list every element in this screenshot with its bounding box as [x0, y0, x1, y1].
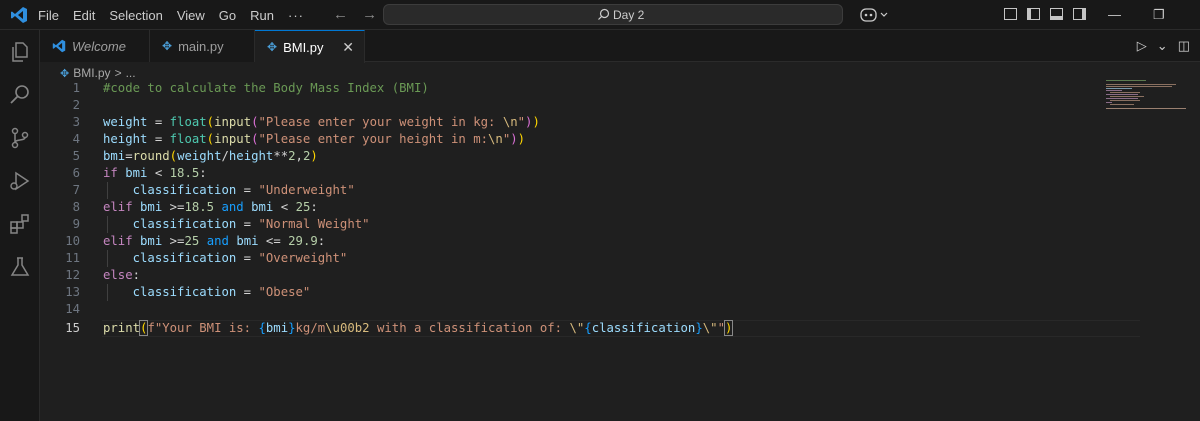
run-debug-icon[interactable]	[8, 169, 32, 193]
navigation-arrows: ← →	[333, 6, 387, 23]
explorer-icon[interactable]	[8, 40, 32, 64]
python-icon: ✥	[267, 40, 278, 54]
menu-go[interactable]: Go	[219, 8, 236, 23]
toggle-panel-icon[interactable]	[1050, 8, 1063, 20]
breadcrumb: ✥ BMI.py > ...	[60, 66, 136, 80]
code-line: 2	[72, 98, 80, 112]
tab-label: main.py	[178, 38, 224, 54]
tab-bar: Welcome ✥ main.py ✥ BMI.py ✕ ▷ ⌄ ◫	[40, 30, 1200, 63]
activity-bar	[0, 30, 40, 421]
breadcrumb-rest[interactable]: ...	[126, 66, 136, 80]
tab-bmi-py[interactable]: ✥ BMI.py ✕	[255, 30, 365, 63]
search-icon	[598, 8, 610, 20]
menu-file[interactable]: File	[38, 8, 59, 23]
search-text: Day 2	[613, 8, 645, 22]
code-line: 8 elif bmi >=18.5 and bmi < 25:	[72, 200, 318, 214]
code-line: 10 elif bmi >=25 and bmi <= 29.9:	[65, 234, 326, 248]
tab-label: Welcome	[72, 38, 126, 54]
breadcrumb-file[interactable]: BMI.py	[73, 66, 110, 80]
back-arrow-icon[interactable]: ←	[333, 6, 348, 23]
testing-flask-icon[interactable]	[8, 255, 32, 279]
command-center-search[interactable]: Day 2	[383, 4, 843, 25]
code-line: 4 height = float(input("Please enter your…	[72, 132, 526, 146]
vscode-logo-icon	[11, 7, 27, 23]
editor-actions: ▷ ⌄ ◫	[1137, 38, 1190, 54]
toggle-secondary-sidebar-icon[interactable]	[1073, 8, 1086, 20]
restore-button[interactable]: ❐	[1153, 7, 1165, 23]
minimap[interactable]	[1106, 80, 1186, 120]
python-icon: ✥	[60, 67, 70, 80]
layout-controls	[1004, 8, 1086, 20]
menu-more[interactable]: ···	[288, 8, 304, 23]
close-icon[interactable]: ✕	[342, 39, 354, 56]
tab-label: BMI.py	[283, 39, 324, 55]
forward-arrow-icon[interactable]: →	[362, 6, 377, 23]
code-editor[interactable]: 1 #code to calculate the Body Mass Index …	[40, 80, 1140, 421]
code-line: 6 if bmi < 18.5:	[72, 166, 207, 180]
code-line: 3 weight = float(input("Please enter your…	[72, 115, 540, 129]
menu-run[interactable]: Run	[250, 8, 274, 23]
code-line: 12 else:	[65, 268, 141, 282]
split-editor-icon[interactable]: ◫	[1178, 38, 1190, 54]
menu-bar: File Edit Selection View Go Run ···	[38, 0, 318, 30]
menu-selection[interactable]: Selection	[109, 8, 162, 23]
python-icon: ✥	[162, 39, 173, 53]
code-line: 5 bmi=round(weight/height**2,2)	[72, 149, 318, 163]
customize-layout-icon[interactable]	[1004, 8, 1017, 20]
copilot-icon[interactable]	[860, 7, 890, 23]
code-line: 7 classification = "Underweight"	[72, 183, 355, 197]
tab-welcome[interactable]: Welcome	[40, 30, 150, 62]
search-view-icon[interactable]	[8, 83, 32, 107]
source-control-icon[interactable]	[8, 126, 32, 150]
chevron-down-icon[interactable]: ⌄	[1157, 38, 1168, 54]
code-line: 9 classification = "Normal Weight"	[72, 217, 370, 231]
vscode-icon	[52, 39, 66, 53]
tab-main-py[interactable]: ✥ main.py	[150, 30, 255, 62]
code-line-current: 15 print(f"Your BMI is: {bmi}kg/m\u00b2 w…	[65, 320, 734, 336]
extensions-icon[interactable]	[8, 212, 32, 236]
title-bar: File Edit Selection View Go Run ··· ← → …	[0, 0, 1200, 30]
code-line: 13 classification = "Obese"	[65, 285, 311, 299]
toggle-primary-sidebar-icon[interactable]	[1027, 8, 1040, 20]
code-line: 14	[65, 302, 80, 316]
code-line: 1 #code to calculate the Body Mass Index …	[72, 81, 429, 95]
code-line: 11 classification = "Overweight"	[65, 251, 348, 265]
menu-view[interactable]: View	[177, 8, 205, 23]
run-icon[interactable]: ▷	[1137, 38, 1147, 54]
breadcrumb-separator: >	[114, 66, 122, 80]
minimize-button[interactable]: —	[1108, 7, 1121, 22]
menu-edit[interactable]: Edit	[73, 8, 95, 23]
